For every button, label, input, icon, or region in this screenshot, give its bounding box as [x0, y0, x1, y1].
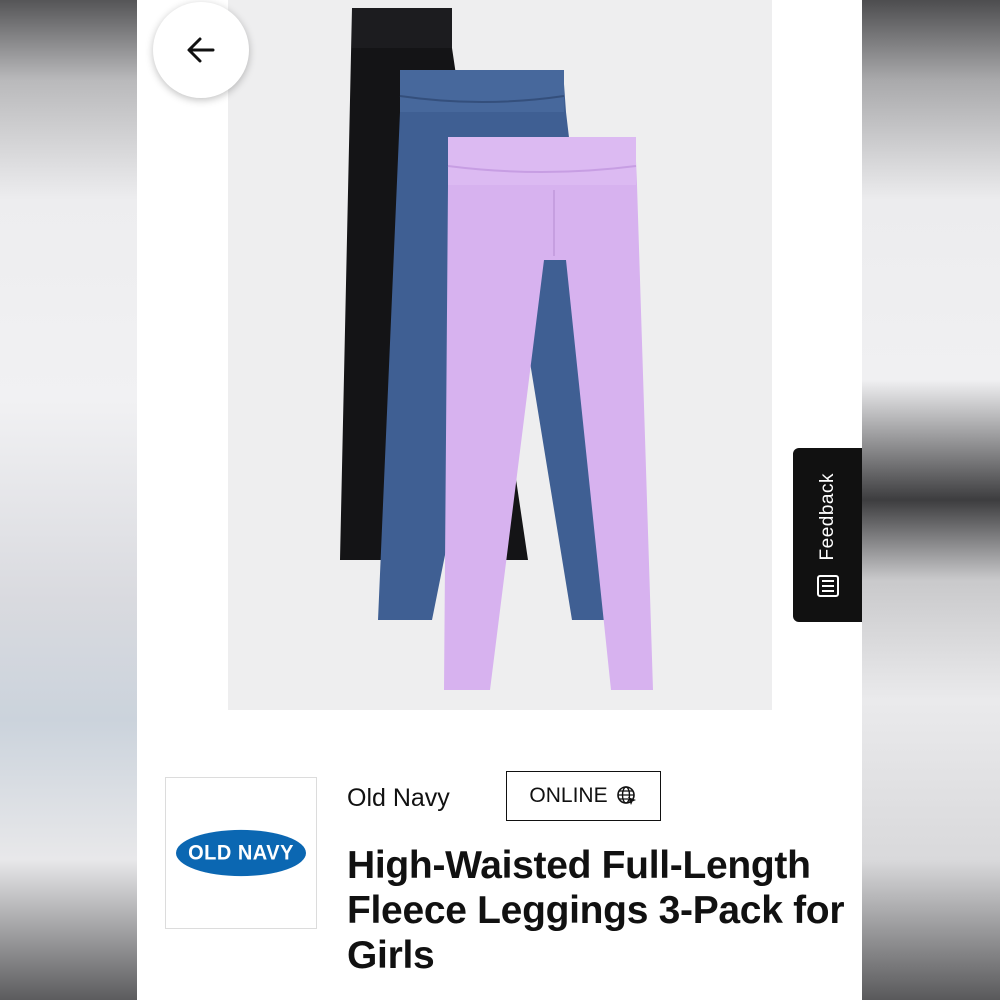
brand-name[interactable]: Old Navy: [347, 784, 450, 813]
back-button[interactable]: [153, 2, 249, 98]
blurred-background-right: [862, 0, 1000, 1000]
old-navy-logo: OLD NAVY: [176, 829, 306, 877]
arrow-left-icon: [187, 37, 215, 63]
globe-cursor-icon: [616, 786, 636, 805]
feedback-tab[interactable]: Feedback: [793, 448, 862, 622]
availability-label: ONLINE: [529, 784, 608, 807]
availability-badge: ONLINE: [506, 771, 661, 821]
product-photo: [228, 0, 772, 710]
feedback-label: Feedback: [816, 473, 838, 561]
product-title: High-Waisted Full-Length Fleece Leggings…: [347, 844, 845, 977]
product-detail-page: OLD NAVY Old Navy ONLINE High-Waisted Fu…: [137, 0, 862, 1000]
brand-logo-tile[interactable]: OLD NAVY: [165, 777, 317, 929]
logo-text: OLD NAVY: [188, 840, 294, 865]
blurred-background-left: [0, 0, 137, 1000]
product-image[interactable]: [228, 0, 772, 710]
list-icon: [816, 574, 839, 597]
